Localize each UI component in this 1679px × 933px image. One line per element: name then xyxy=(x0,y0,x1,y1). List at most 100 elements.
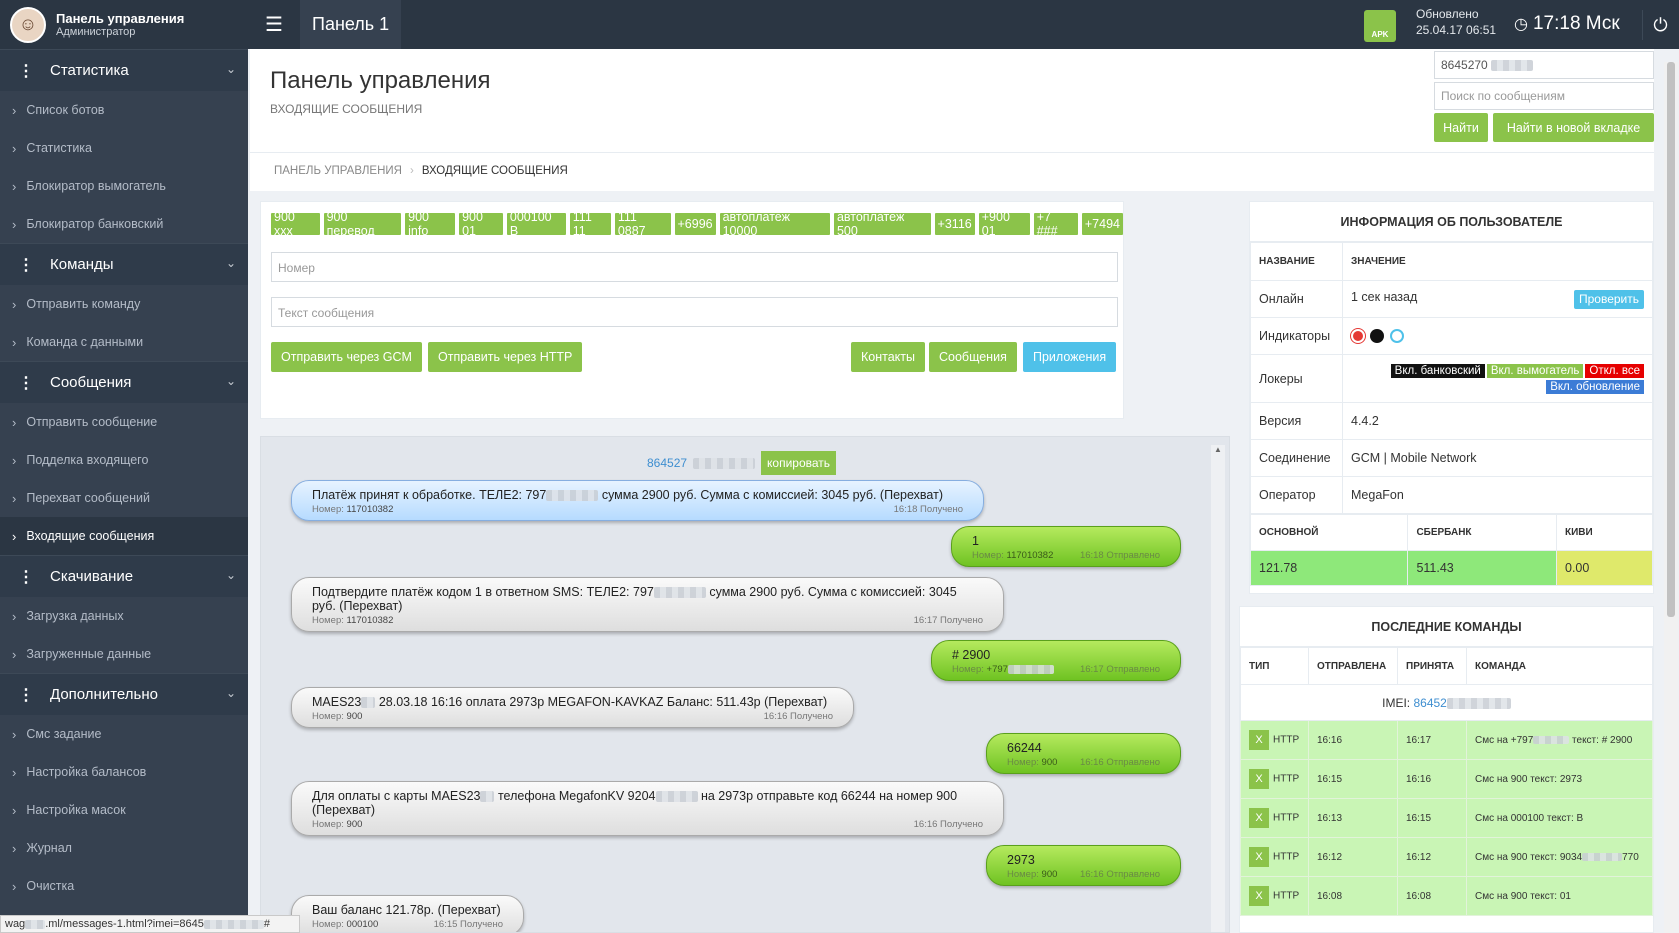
scroll-up-icon[interactable]: ▲ xyxy=(1211,445,1225,454)
sidebar-item-sms-task[interactable]: › Смс задание xyxy=(0,715,248,753)
sidebar-item-bot-list[interactable]: › Список ботов xyxy=(0,91,248,129)
template-button[interactable]: 900 xxx xyxy=(271,210,320,238)
find-new-tab-button[interactable]: Найти в новой вкладке xyxy=(1493,113,1654,142)
page-subtitle: ВХОДЯЩИЕ СООБЩЕНИЯ xyxy=(270,102,423,116)
updated-label: Обновлено xyxy=(1416,7,1479,21)
delete-command-button[interactable]: X xyxy=(1249,769,1269,789)
template-button[interactable]: +6996 xyxy=(674,213,716,235)
sidebar-item-incoming-messages[interactable]: › Входящие сообщения xyxy=(0,517,248,555)
command-text: 770 xyxy=(1622,851,1639,863)
sidebar-item-bank-locker[interactable]: › Блокиратор банковский xyxy=(0,205,248,243)
breadcrumb: ПАНЕЛЬ УПРАВЛЕНИЯ › ВХОДЯЩИЕ СООБЩЕНИЯ xyxy=(250,152,1654,191)
compose-panel: 900 xxx 900 перевод 900 info 900 01 0001… xyxy=(260,201,1124,419)
template-button[interactable]: +3116 xyxy=(934,213,975,235)
apk-icon[interactable]: APK xyxy=(1364,10,1396,42)
contacts-button[interactable]: Контакты xyxy=(851,342,925,372)
template-button[interactable]: автоплатеж 500 xyxy=(833,210,931,238)
breadcrumb-separator-icon: › xyxy=(409,165,414,177)
sidebar-user[interactable]: ☺ Панель управления Администратор xyxy=(0,0,248,49)
message-number-label: Номер: xyxy=(312,919,344,930)
sidebar-item-send-message[interactable]: › Отправить сообщение xyxy=(0,403,248,441)
delete-command-button[interactable]: X xyxy=(1249,730,1269,750)
sidebar-item-send-command[interactable]: › Отправить команду xyxy=(0,285,248,323)
message-text: Ваш баланс 121.78р. (Перехват) xyxy=(312,903,501,917)
menu-dots-icon: ⋮ xyxy=(18,256,34,274)
lock-ransom-button[interactable]: Вкл. вымогатель xyxy=(1486,363,1584,378)
command-sent: 16:16 xyxy=(1308,720,1398,760)
number-input[interactable]: Номер xyxy=(271,252,1118,282)
thread-imei-value[interactable]: 864527 xyxy=(647,456,687,470)
find-button[interactable]: Найти xyxy=(1434,113,1488,142)
check-button[interactable]: Проверить xyxy=(1573,289,1644,309)
message-bubble-outgoing: # 2900 Номер: +797 16:17 Отправлено xyxy=(931,640,1181,681)
sidebar-item-label: Команда с данными xyxy=(26,335,144,349)
balance-qiwi-header: КИВИ xyxy=(1556,514,1653,551)
delete-command-button[interactable]: X xyxy=(1249,847,1269,867)
sidebar-item-cleanup[interactable]: › Очистка xyxy=(0,867,248,905)
template-button[interactable]: +7 ### xyxy=(1033,210,1078,238)
lock-off-button[interactable]: Откл. все xyxy=(1585,363,1644,378)
lock-update-button[interactable]: Вкл. обновление xyxy=(1546,379,1644,394)
sidebar-item-ransom-locker[interactable]: › Блокиратор вымогатель xyxy=(0,167,248,205)
copy-button[interactable]: копировать xyxy=(761,451,837,475)
sidebar-item-command-data[interactable]: › Команда с данными xyxy=(0,323,248,361)
command-recv: 16:15 xyxy=(1397,798,1467,838)
delete-command-button[interactable]: X xyxy=(1249,886,1269,906)
sidebar-section-commands[interactable]: ⋮ Команды ⌄ xyxy=(0,243,248,285)
redacted-mark xyxy=(546,490,599,502)
search-messages-input[interactable]: Поиск по сообщениям xyxy=(1434,82,1654,110)
send-gcm-button[interactable]: Отправить через GCM xyxy=(271,342,422,372)
power-icon[interactable]: ⏻ xyxy=(1642,10,1678,40)
page-scrollbar[interactable] xyxy=(1664,62,1678,933)
message-thread[interactable]: 864527 копировать Платёж принят к обрабо… xyxy=(260,436,1230,933)
thread-scrollbar[interactable]: ▲ xyxy=(1211,445,1225,932)
sidebar-section-statistics[interactable]: ⋮ Статистика ⌄ xyxy=(0,49,248,91)
template-buttons: 900 xxx 900 перевод 900 info 900 01 0001… xyxy=(271,210,1123,238)
sidebar-item-label: Статистика xyxy=(26,141,92,155)
sidebar-item-intercept[interactable]: › Перехват сообщений xyxy=(0,479,248,517)
search-imei-input[interactable]: 8645270 xyxy=(1434,51,1654,79)
lock-bank-button[interactable]: Вкл. банковский xyxy=(1390,363,1485,378)
message-text: 2973 xyxy=(1007,853,1035,867)
send-http-button[interactable]: Отправить через HTTP xyxy=(428,342,583,372)
messages-button[interactable]: Сообщения xyxy=(929,342,1017,372)
template-button[interactable]: 111 11 xyxy=(569,210,611,238)
command-recv: 16:17 xyxy=(1397,720,1467,760)
user-info-table: НАЗВАНИЕ ЗНАЧЕНИЕ Онлайн 1 сек назад Провер… xyxy=(1250,242,1653,514)
template-button[interactable]: 900 01 xyxy=(459,210,503,238)
chevron-down-icon: ⌄ xyxy=(225,256,236,270)
command-sent: 16:08 xyxy=(1308,876,1398,916)
template-button[interactable]: 900 перевод xyxy=(323,210,402,238)
command-sent: 16:13 xyxy=(1308,798,1398,838)
template-button[interactable]: +7494 xyxy=(1081,213,1123,235)
breadcrumb-root[interactable]: ПАНЕЛЬ УПРАВЛЕНИЯ xyxy=(274,165,402,177)
sidebar-item-mask-settings[interactable]: › Настройка масок xyxy=(0,791,248,829)
template-button[interactable]: 000100 B xyxy=(506,210,566,238)
sidebar-section-messages[interactable]: ⋮ Сообщения ⌄ xyxy=(0,361,248,403)
command-type: HTTP xyxy=(1273,890,1300,902)
sidebar-item-fake-incoming[interactable]: › Подделка входящего xyxy=(0,441,248,479)
sidebar-item-label: Отправить сообщение xyxy=(26,415,158,429)
imei-link[interactable]: 86452 xyxy=(1413,696,1446,710)
template-button[interactable]: 900 info xyxy=(405,210,456,238)
col-type-header: ТИП xyxy=(1240,647,1309,685)
message-text: сумма 2900 руб. Сумма с комиссией: 3045 … xyxy=(598,488,943,502)
sidebar-section-downloads[interactable]: ⋮ Скачивание ⌄ xyxy=(0,555,248,597)
sidebar-item-uploaded-data[interactable]: › Загруженные данные xyxy=(0,635,248,673)
sidebar-section-extra[interactable]: ⋮ Дополнительно ⌄ xyxy=(0,673,248,715)
template-button[interactable]: 111 0887 xyxy=(614,210,671,238)
sidebar-item-statistics[interactable]: › Статистика xyxy=(0,129,248,167)
message-text-input[interactable]: Текст сообщения xyxy=(271,297,1118,327)
sidebar-item-data-upload[interactable]: › Загрузка данных xyxy=(0,597,248,635)
message-number: 900 xyxy=(346,819,363,830)
template-button[interactable]: +900 01 xyxy=(978,210,1030,238)
apps-button[interactable]: Приложения xyxy=(1023,342,1117,372)
delete-command-button[interactable]: X xyxy=(1249,808,1269,828)
hamburger-icon[interactable]: ☰ xyxy=(248,0,300,49)
sidebar-item-balance-settings[interactable]: › Настройка балансов xyxy=(0,753,248,791)
sidebar-item-label: Список ботов xyxy=(26,103,105,117)
scrollbar-thumb[interactable] xyxy=(1667,62,1675,617)
sidebar-item-journal[interactable]: › Журнал xyxy=(0,829,248,867)
panel-title[interactable]: Панель 1 xyxy=(300,0,402,49)
template-button[interactable]: автоплатеж 10000 xyxy=(719,210,830,238)
